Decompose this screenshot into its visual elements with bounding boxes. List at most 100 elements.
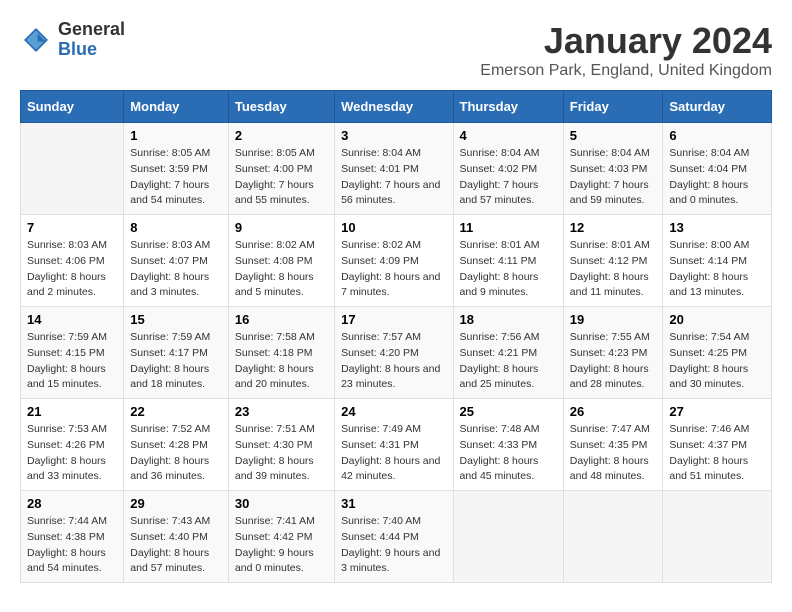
calendar-week-row: 1 Sunrise: 8:05 AMSunset: 3:59 PMDaylight…: [21, 123, 772, 215]
calendar-cell: [663, 491, 772, 583]
weekday-header: Sunday: [21, 91, 124, 123]
day-info: Sunrise: 8:04 AMSunset: 4:03 PMDaylight:…: [570, 146, 657, 209]
weekday-header: Saturday: [663, 91, 772, 123]
location: Emerson Park, England, United Kingdom: [480, 62, 772, 80]
weekday-header: Monday: [124, 91, 229, 123]
day-number: 13: [669, 220, 765, 235]
day-number: 9: [235, 220, 328, 235]
day-info: Sunrise: 8:05 AMSunset: 3:59 PMDaylight:…: [130, 146, 222, 209]
day-info: Sunrise: 7:52 AMSunset: 4:28 PMDaylight:…: [130, 422, 222, 485]
calendar-cell: 7Sunrise: 8:03 AMSunset: 4:06 PMDaylight…: [21, 215, 124, 307]
calendar-cell: 23 Sunrise: 7:51 AMSunset: 4:30 PMDayligh…: [228, 399, 334, 491]
calendar-cell: 29 Sunrise: 7:43 AMSunset: 4:40 PMDayligh…: [124, 491, 229, 583]
calendar-cell: 1 Sunrise: 8:05 AMSunset: 3:59 PMDaylight…: [124, 123, 229, 215]
day-info: Sunrise: 7:46 AMSunset: 4:37 PMDaylight:…: [669, 422, 765, 485]
day-info: Sunrise: 7:57 AMSunset: 4:20 PMDaylight:…: [341, 330, 446, 393]
day-info: Sunrise: 8:04 AMSunset: 4:04 PMDaylight:…: [669, 146, 765, 209]
day-info: Sunrise: 7:58 AMSunset: 4:18 PMDaylight:…: [235, 330, 328, 393]
day-number: 30: [235, 496, 328, 511]
calendar-cell: 30 Sunrise: 7:41 AMSunset: 4:42 PMDayligh…: [228, 491, 334, 583]
day-info: Sunrise: 7:41 AMSunset: 4:42 PMDaylight:…: [235, 514, 328, 577]
day-number: 15: [130, 312, 222, 327]
day-number: 8: [130, 220, 222, 235]
calendar-cell: 26 Sunrise: 7:47 AMSunset: 4:35 PMDayligh…: [563, 399, 663, 491]
day-info: Sunrise: 8:03 AMSunset: 4:06 PMDaylight:…: [27, 238, 117, 301]
logo-icon: [20, 24, 52, 56]
calendar-cell: 9Sunrise: 8:02 AMSunset: 4:08 PMDaylight…: [228, 215, 334, 307]
calendar-cell: 27Sunrise: 7:46 AMSunset: 4:37 PMDayligh…: [663, 399, 772, 491]
header: General Blue January 2024 Emerson Park, …: [20, 20, 772, 80]
day-info: Sunrise: 8:04 AMSunset: 4:02 PMDaylight:…: [460, 146, 557, 209]
calendar-cell: 6 Sunrise: 8:04 AMSunset: 4:04 PMDaylight…: [663, 123, 772, 215]
day-info: Sunrise: 8:05 AMSunset: 4:00 PMDaylight:…: [235, 146, 328, 209]
calendar-cell: [453, 491, 563, 583]
day-number: 12: [570, 220, 657, 235]
header-row: SundayMondayTuesdayWednesdayThursdayFrid…: [21, 91, 772, 123]
calendar-cell: 14 Sunrise: 7:59 AMSunset: 4:15 PMDayligh…: [21, 307, 124, 399]
day-info: Sunrise: 7:51 AMSunset: 4:30 PMDaylight:…: [235, 422, 328, 485]
calendar-cell: 25 Sunrise: 7:48 AMSunset: 4:33 PMDayligh…: [453, 399, 563, 491]
calendar-cell: 28 Sunrise: 7:44 AMSunset: 4:38 PMDayligh…: [21, 491, 124, 583]
calendar-cell: 19 Sunrise: 7:55 AMSunset: 4:23 PMDayligh…: [563, 307, 663, 399]
day-number: 22: [130, 404, 222, 419]
calendar-cell: 18Sunrise: 7:56 AMSunset: 4:21 PMDayligh…: [453, 307, 563, 399]
calendar-cell: 4Sunrise: 8:04 AMSunset: 4:02 PMDaylight…: [453, 123, 563, 215]
day-number: 17: [341, 312, 446, 327]
calendar-cell: 11Sunrise: 8:01 AMSunset: 4:11 PMDayligh…: [453, 215, 563, 307]
day-number: 26: [570, 404, 657, 419]
calendar-cell: 16 Sunrise: 7:58 AMSunset: 4:18 PMDayligh…: [228, 307, 334, 399]
day-number: 25: [460, 404, 557, 419]
calendar-cell: 24 Sunrise: 7:49 AMSunset: 4:31 PMDayligh…: [335, 399, 453, 491]
day-info: Sunrise: 7:55 AMSunset: 4:23 PMDaylight:…: [570, 330, 657, 393]
day-info: Sunrise: 7:43 AMSunset: 4:40 PMDaylight:…: [130, 514, 222, 577]
day-info: Sunrise: 7:47 AMSunset: 4:35 PMDaylight:…: [570, 422, 657, 485]
day-info: Sunrise: 7:48 AMSunset: 4:33 PMDaylight:…: [460, 422, 557, 485]
day-number: 14: [27, 312, 117, 327]
day-info: Sunrise: 7:56 AMSunset: 4:21 PMDaylight:…: [460, 330, 557, 393]
day-number: 20: [669, 312, 765, 327]
calendar-cell: 31Sunrise: 7:40 AMSunset: 4:44 PMDayligh…: [335, 491, 453, 583]
title-area: January 2024 Emerson Park, England, Unit…: [480, 20, 772, 80]
day-number: 16: [235, 312, 328, 327]
calendar-week-row: 7Sunrise: 8:03 AMSunset: 4:06 PMDaylight…: [21, 215, 772, 307]
day-number: 29: [130, 496, 222, 511]
day-info: Sunrise: 7:54 AMSunset: 4:25 PMDaylight:…: [669, 330, 765, 393]
calendar-cell: 22 Sunrise: 7:52 AMSunset: 4:28 PMDayligh…: [124, 399, 229, 491]
weekday-header: Tuesday: [228, 91, 334, 123]
calendar-cell: 2Sunrise: 8:05 AMSunset: 4:00 PMDaylight…: [228, 123, 334, 215]
calendar-table: SundayMondayTuesdayWednesdayThursdayFrid…: [20, 90, 772, 583]
day-info: Sunrise: 7:49 AMSunset: 4:31 PMDaylight:…: [341, 422, 446, 485]
calendar-cell: 13Sunrise: 8:00 AMSunset: 4:14 PMDayligh…: [663, 215, 772, 307]
day-number: 11: [460, 220, 557, 235]
calendar-week-row: 14 Sunrise: 7:59 AMSunset: 4:15 PMDayligh…: [21, 307, 772, 399]
day-number: 6: [669, 128, 765, 143]
day-number: 24: [341, 404, 446, 419]
day-number: 28: [27, 496, 117, 511]
day-number: 1: [130, 128, 222, 143]
calendar-cell: 15Sunrise: 7:59 AMSunset: 4:17 PMDayligh…: [124, 307, 229, 399]
calendar-cell: 21Sunrise: 7:53 AMSunset: 4:26 PMDayligh…: [21, 399, 124, 491]
logo: General Blue: [20, 20, 125, 60]
calendar-cell: 20 Sunrise: 7:54 AMSunset: 4:25 PMDayligh…: [663, 307, 772, 399]
calendar-cell: 10Sunrise: 8:02 AMSunset: 4:09 PMDayligh…: [335, 215, 453, 307]
month-title: January 2024: [480, 20, 772, 62]
calendar-cell: 12Sunrise: 8:01 AMSunset: 4:12 PMDayligh…: [563, 215, 663, 307]
day-number: 3: [341, 128, 446, 143]
day-info: Sunrise: 7:59 AMSunset: 4:15 PMDaylight:…: [27, 330, 117, 393]
calendar-cell: [21, 123, 124, 215]
weekday-header: Thursday: [453, 91, 563, 123]
day-number: 21: [27, 404, 117, 419]
day-info: Sunrise: 7:40 AMSunset: 4:44 PMDaylight:…: [341, 514, 446, 577]
day-info: Sunrise: 7:44 AMSunset: 4:38 PMDaylight:…: [27, 514, 117, 577]
day-number: 19: [570, 312, 657, 327]
calendar-week-row: 21Sunrise: 7:53 AMSunset: 4:26 PMDayligh…: [21, 399, 772, 491]
day-info: Sunrise: 8:04 AMSunset: 4:01 PMDaylight:…: [341, 146, 446, 209]
day-info: Sunrise: 8:03 AMSunset: 4:07 PMDaylight:…: [130, 238, 222, 301]
weekday-header: Wednesday: [335, 91, 453, 123]
calendar-cell: 5 Sunrise: 8:04 AMSunset: 4:03 PMDaylight…: [563, 123, 663, 215]
day-info: Sunrise: 8:02 AMSunset: 4:09 PMDaylight:…: [341, 238, 446, 301]
logo-text: General Blue: [58, 20, 125, 60]
day-number: 5: [570, 128, 657, 143]
weekday-header: Friday: [563, 91, 663, 123]
day-number: 23: [235, 404, 328, 419]
